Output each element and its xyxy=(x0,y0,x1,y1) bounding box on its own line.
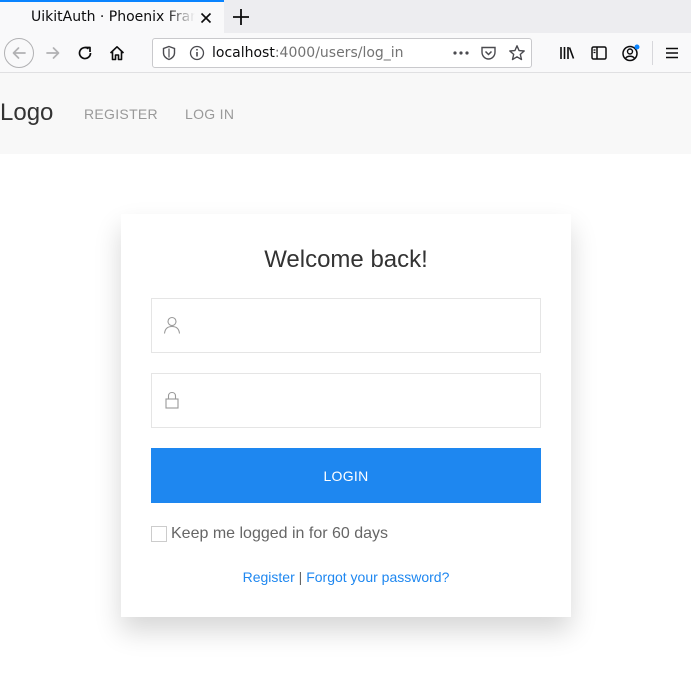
pocket-icon[interactable] xyxy=(480,45,497,61)
url-text[interactable]: localhost:4000/users/log_in xyxy=(212,45,404,61)
arrow-left-icon xyxy=(12,47,26,59)
remember-me-label[interactable]: Keep me logged in for 60 days xyxy=(171,525,388,543)
password-input[interactable] xyxy=(192,374,536,429)
register-link[interactable]: Register xyxy=(243,569,295,585)
library-button[interactable] xyxy=(551,37,583,69)
menu-button[interactable] xyxy=(656,37,688,69)
remember-me-checkbox[interactable] xyxy=(151,526,167,542)
hamburger-icon xyxy=(666,47,678,59)
account-button[interactable] xyxy=(615,37,647,69)
link-separator: | xyxy=(298,569,303,585)
nav-link-register[interactable]: REGISTER xyxy=(84,106,158,122)
reload-icon xyxy=(78,46,92,60)
url-host: localhost xyxy=(212,45,275,61)
browser-tab-active[interactable]: UikitAuth · Phoenix Framework xyxy=(0,0,224,33)
browser-toolbar: localhost:4000/users/log_in xyxy=(0,33,691,73)
browser-tab-bar: UikitAuth · Phoenix Framework xyxy=(0,0,691,33)
toolbar-divider xyxy=(652,41,653,65)
home-icon xyxy=(109,46,125,61)
nav-link-log-in[interactable]: LOG IN xyxy=(185,106,234,122)
forgot-password-link[interactable]: Forgot your password? xyxy=(306,569,449,585)
star-icon[interactable] xyxy=(508,44,526,62)
auth-links: Register | Forgot your password? xyxy=(121,569,571,585)
login-title: Welcome back! xyxy=(264,246,428,273)
tracking-shield-icon[interactable] xyxy=(161,45,177,61)
login-card: Welcome back! LOGIN Keep me logged in fo… xyxy=(121,214,571,617)
account-icon xyxy=(622,44,640,62)
lock-icon xyxy=(165,391,179,409)
login-button[interactable]: LOGIN xyxy=(151,448,541,503)
home-button[interactable] xyxy=(101,37,133,69)
sidebar-button[interactable] xyxy=(583,37,615,69)
close-icon[interactable] xyxy=(198,10,214,26)
site-logo[interactable]: Logo xyxy=(0,99,53,127)
password-field[interactable] xyxy=(151,373,541,429)
url-bar[interactable]: localhost:4000/users/log_in xyxy=(152,38,532,68)
remember-me[interactable]: Keep me logged in for 60 days xyxy=(151,524,388,544)
user-icon xyxy=(163,316,181,334)
new-tab-plus-icon[interactable] xyxy=(230,6,252,28)
arrow-right-icon xyxy=(46,47,60,59)
url-path: :4000/users/log_in xyxy=(274,45,404,61)
forward-button[interactable] xyxy=(37,37,69,69)
back-button[interactable] xyxy=(4,38,34,68)
email-input[interactable] xyxy=(192,299,536,354)
reload-button[interactable] xyxy=(69,37,101,69)
email-field[interactable] xyxy=(151,298,541,354)
site-navbar: Logo REGISTER LOG IN xyxy=(0,73,691,154)
more-dots-icon[interactable] xyxy=(452,45,470,61)
tab-title: UikitAuth · Phoenix Framework xyxy=(31,9,195,25)
library-icon xyxy=(560,47,575,59)
sidebar-icon xyxy=(591,46,607,60)
info-icon[interactable] xyxy=(189,45,205,61)
